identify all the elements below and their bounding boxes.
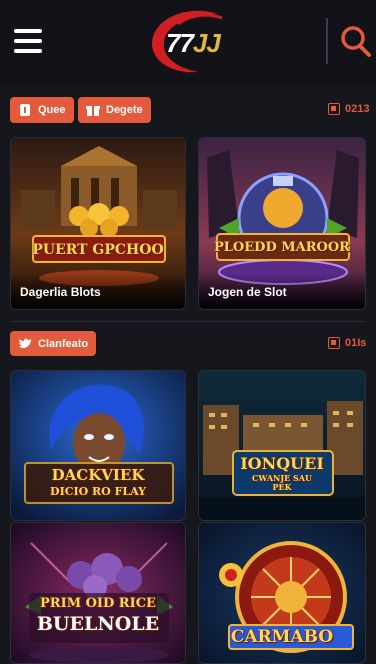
bird-icon: [18, 337, 32, 351]
game-card[interactable]: IONQUEI CWANJE SAU PEK: [198, 370, 366, 521]
game-card[interactable]: PLOEDD MAROOR Jogen de Slot: [198, 137, 366, 310]
game-card[interactable]: PRIM OID RICE BUELNOLE: [10, 522, 186, 664]
game-banner-text: PUERT GPCHOO: [32, 242, 164, 258]
chip-label: Degete: [106, 104, 143, 116]
game-art: IONQUEI CWANJE SAU PEK: [199, 371, 365, 520]
game-art: PRIM OID RICE BUELNOLE: [11, 523, 185, 663]
logo-text: 77JJ: [166, 28, 221, 59]
brand-logo[interactable]: 77JJ: [148, 8, 232, 74]
header-divider: [326, 18, 328, 64]
game-caption: Jogen de Slot: [199, 273, 365, 309]
game-art: CARMABO: [199, 523, 365, 663]
game-banner-text: PRIM OID RICE: [40, 596, 156, 611]
game-art: DACKVIEK DICIO RO FLAY: [11, 371, 185, 520]
game-card[interactable]: DACKVIEK DICIO RO FLAY: [10, 370, 186, 521]
game-banner-text: PLOEDD MAROOR: [214, 240, 350, 255]
search-icon[interactable]: [340, 24, 372, 58]
game-card[interactable]: CARMABO: [198, 522, 366, 664]
chip-label: Clanfeato: [38, 337, 89, 350]
logo-suffix: JJ: [192, 28, 221, 58]
chip-degete[interactable]: Degete: [78, 97, 151, 123]
gift-icon: [86, 103, 100, 117]
game-banner-text: CARMABO: [230, 627, 334, 647]
chip-clanfeato[interactable]: Clanfeato: [10, 331, 97, 356]
game-banner-text: IONQUEI: [240, 454, 324, 473]
game-banner-subtext: PEK: [272, 482, 292, 492]
game-banner-text: DACKVIEK: [51, 466, 145, 484]
game-card[interactable]: PUERT GPCHOO Dagerlia Blots: [10, 137, 186, 310]
chip-label: Quee: [38, 104, 66, 116]
game-counter: 01Is: [328, 337, 366, 349]
game-title: Dagerlia Blots: [20, 285, 101, 299]
game-title: Jogen de Slot: [208, 285, 287, 299]
counter-icon: [328, 103, 340, 115]
logo-number: 77: [166, 28, 194, 58]
game-banner-subtext: BUELNOLE: [36, 613, 160, 635]
game-banner-subtext: DICIO RO FLAY: [50, 485, 146, 498]
game-counter: 0213: [328, 103, 369, 115]
game-caption: Dagerlia Blots: [11, 273, 185, 309]
chip-quee[interactable]: Quee: [10, 97, 74, 123]
counter-value: 0213: [345, 103, 370, 115]
counter-value: 01Is: [345, 337, 367, 349]
menu-icon[interactable]: [14, 29, 42, 53]
counter-icon: [328, 337, 340, 349]
section-divider: [10, 321, 366, 322]
top-header: 77JJ: [0, 0, 376, 84]
info-icon: [18, 103, 32, 117]
